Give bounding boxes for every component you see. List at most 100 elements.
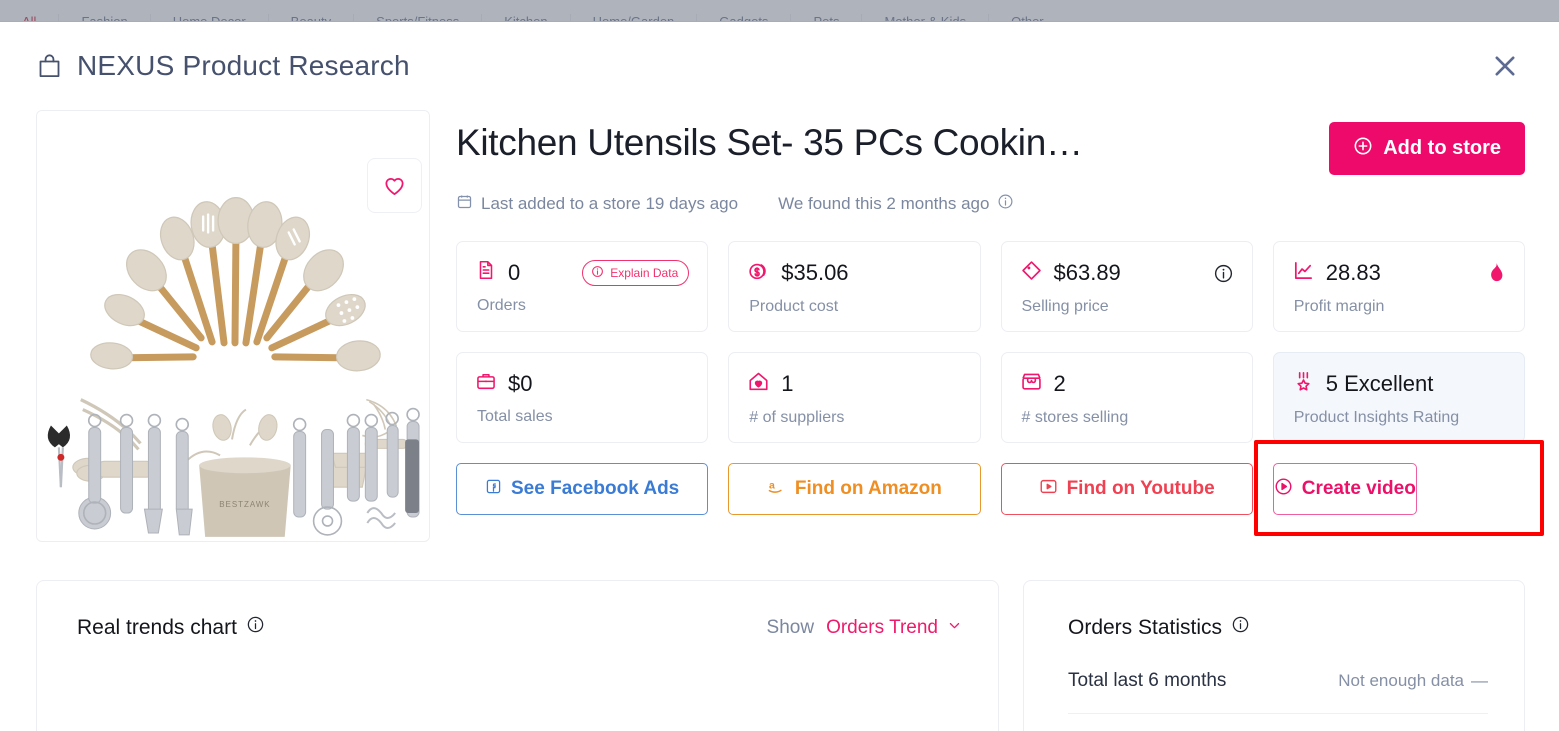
info-icon[interactable] (997, 193, 1014, 215)
stats-panel-title-text: Orders Statistics (1068, 615, 1223, 639)
metric-label: Orders (477, 297, 526, 314)
stats-row-value-group: Not enough data — (1338, 671, 1488, 691)
metric-value: 5 Excellent (1325, 371, 1434, 396)
metric-value: $63.89 (1053, 260, 1121, 285)
add-to-store-button[interactable]: Add to store (1329, 122, 1525, 175)
stats-panel-title: Orders Statistics (1068, 615, 1250, 640)
find-on-amazon-label: Find on Amazon (794, 478, 942, 499)
product-details: Kitchen Utensils Set- 35 PCs Cookin… Add… (456, 110, 1544, 542)
metric-label: # stores selling (1021, 409, 1129, 426)
info-icon[interactable] (1231, 615, 1250, 640)
stats-row-value: Not enough data (1338, 671, 1464, 690)
metric-card-top: $0 (475, 370, 689, 397)
trends-panel-header: Real trends chart Show Orders Trend (77, 615, 962, 640)
trend-chart-icon (1292, 259, 1315, 287)
found-date-meta: We found this 2 months ago (778, 193, 1014, 215)
metric-value: $35.06 (781, 260, 849, 285)
orders-trend-selected-value: Orders Trend (826, 616, 938, 638)
explain-data-button[interactable]: Explain Data (582, 259, 690, 286)
briefcase-icon (475, 370, 497, 397)
chevron-down-icon (947, 617, 962, 639)
see-facebook-ads-button[interactable]: See Facebook Ads (456, 463, 709, 515)
metric-card-action: Explain Data (582, 259, 690, 286)
found-date-text: We found this 2 months ago (778, 194, 990, 213)
orders-statistics-panel: Orders Statistics Total last 6 months No… (1023, 580, 1525, 731)
heart-icon (383, 175, 406, 196)
product-overview-row: BESTZAWK Kitchen Utensils Set- 35 PCs Co… (36, 110, 1544, 542)
orders-trend-dropdown[interactable]: Orders Trend (826, 617, 962, 639)
metric-value: $0 (508, 370, 533, 396)
metric-label: Total sales (477, 408, 553, 425)
coin-dollar-icon (747, 259, 770, 287)
metric-card-top: 28.83 (1292, 259, 1506, 287)
find-on-youtube-label: Find on Youtube (1066, 478, 1215, 499)
storefront-icon (1020, 370, 1043, 398)
product-title: Kitchen Utensils Set- 35 PCs Cookin… (456, 122, 1083, 163)
last-added-meta: Last added to a store 19 days ago (456, 193, 738, 215)
metric-card-top: $63.89 (1020, 259, 1234, 287)
show-label: Show (766, 616, 815, 638)
stats-row-label: Total last 6 months (1068, 670, 1227, 691)
shopping-bag-icon (36, 52, 63, 80)
calendar-icon (456, 193, 473, 215)
metric-card-top: 5 Excellent (1292, 370, 1506, 398)
product-image[interactable]: BESTZAWK (36, 110, 430, 542)
metric-value: 28.83 (1325, 260, 1381, 285)
metric-label: # of suppliers (749, 409, 845, 426)
metric-card-top: 0 Explain Data (475, 259, 690, 286)
metric-card-insights-rating: 5 Excellent Product Insights Rating (1272, 352, 1525, 443)
external-actions-row: See Facebook Ads a Find on Amazon Find o… (456, 440, 1544, 536)
stats-row-total-last-6-months: Total last 6 months Not enough data — (1068, 670, 1488, 714)
stats-row-value-suffix: — (1471, 671, 1488, 690)
modal-backdrop-overlay (0, 0, 1559, 22)
favorite-button[interactable] (367, 158, 422, 213)
svg-text:a: a (769, 479, 775, 491)
add-to-store-label: Add to store (1383, 137, 1501, 159)
home-heart-icon (747, 370, 770, 398)
metric-value: 1 (781, 371, 794, 396)
flame-icon (1485, 262, 1506, 285)
metric-card-stores-selling: 2 # stores selling (1000, 352, 1253, 443)
info-icon (591, 265, 604, 281)
product-title-row: Kitchen Utensils Set- 35 PCs Cookin… Add… (456, 122, 1525, 175)
create-video-button[interactable]: Create video (1272, 463, 1417, 515)
metric-card-selling-price: $63.89 Selling price (1000, 241, 1253, 332)
youtube-icon (1039, 478, 1058, 501)
explain-data-label: Explain Data (610, 265, 679, 280)
modal-body: BESTZAWK Kitchen Utensils Set- 35 PCs Co… (0, 110, 1559, 731)
trends-panel-title: Real trends chart (77, 615, 265, 640)
metric-card-top: $35.06 (747, 259, 961, 287)
close-icon[interactable] (1485, 46, 1525, 86)
metric-card-profit-margin: 28.83 Profit margin (1272, 241, 1525, 332)
product-research-modal: NEXUS Product Research BESTZAWK Kitchen … (0, 22, 1559, 731)
create-video-label: Create video (1301, 478, 1416, 499)
info-icon[interactable] (1213, 263, 1234, 284)
metric-card-top: 1 (747, 370, 961, 398)
metric-value: 0 (508, 259, 521, 285)
find-on-youtube-button[interactable]: Find on Youtube (1000, 463, 1253, 515)
metric-card-suppliers: 1 # of suppliers (728, 352, 981, 443)
plus-circle-icon (1353, 136, 1373, 162)
see-facebook-ads-label: See Facebook Ads (511, 478, 680, 499)
find-on-amazon-button[interactable]: a Find on Amazon (728, 463, 981, 515)
metric-value: 2 (1053, 371, 1066, 396)
metric-card-top: 2 (1020, 370, 1234, 398)
create-video-wrapper: Create video (1253, 440, 1544, 536)
trend-selector-group: Show Orders Trend (767, 617, 962, 639)
metric-card-product-cost: $35.06 Product cost (728, 241, 981, 332)
metric-label: Profit margin (1293, 298, 1385, 315)
metric-label: Selling price (1021, 298, 1109, 315)
trends-panel-title-text: Real trends chart (77, 615, 237, 639)
amazon-icon: a (767, 477, 786, 501)
info-icon[interactable] (246, 615, 265, 640)
stats-panel-header: Orders Statistics (1068, 615, 1488, 640)
bottom-panels-row: Real trends chart Show Orders Trend Orde… (36, 580, 1525, 731)
medal-star-icon (1292, 370, 1315, 398)
page-title: NEXUS Product Research (77, 50, 410, 81)
document-icon (475, 259, 497, 286)
last-added-text: Last added to a store 19 days ago (481, 194, 739, 213)
svg-text:BESTZAWK: BESTZAWK (219, 500, 270, 509)
product-meta-row: Last added to a store 19 days ago We fou… (456, 193, 1525, 215)
metric-label: Product Insights Rating (1293, 409, 1460, 426)
facebook-icon (485, 478, 502, 501)
